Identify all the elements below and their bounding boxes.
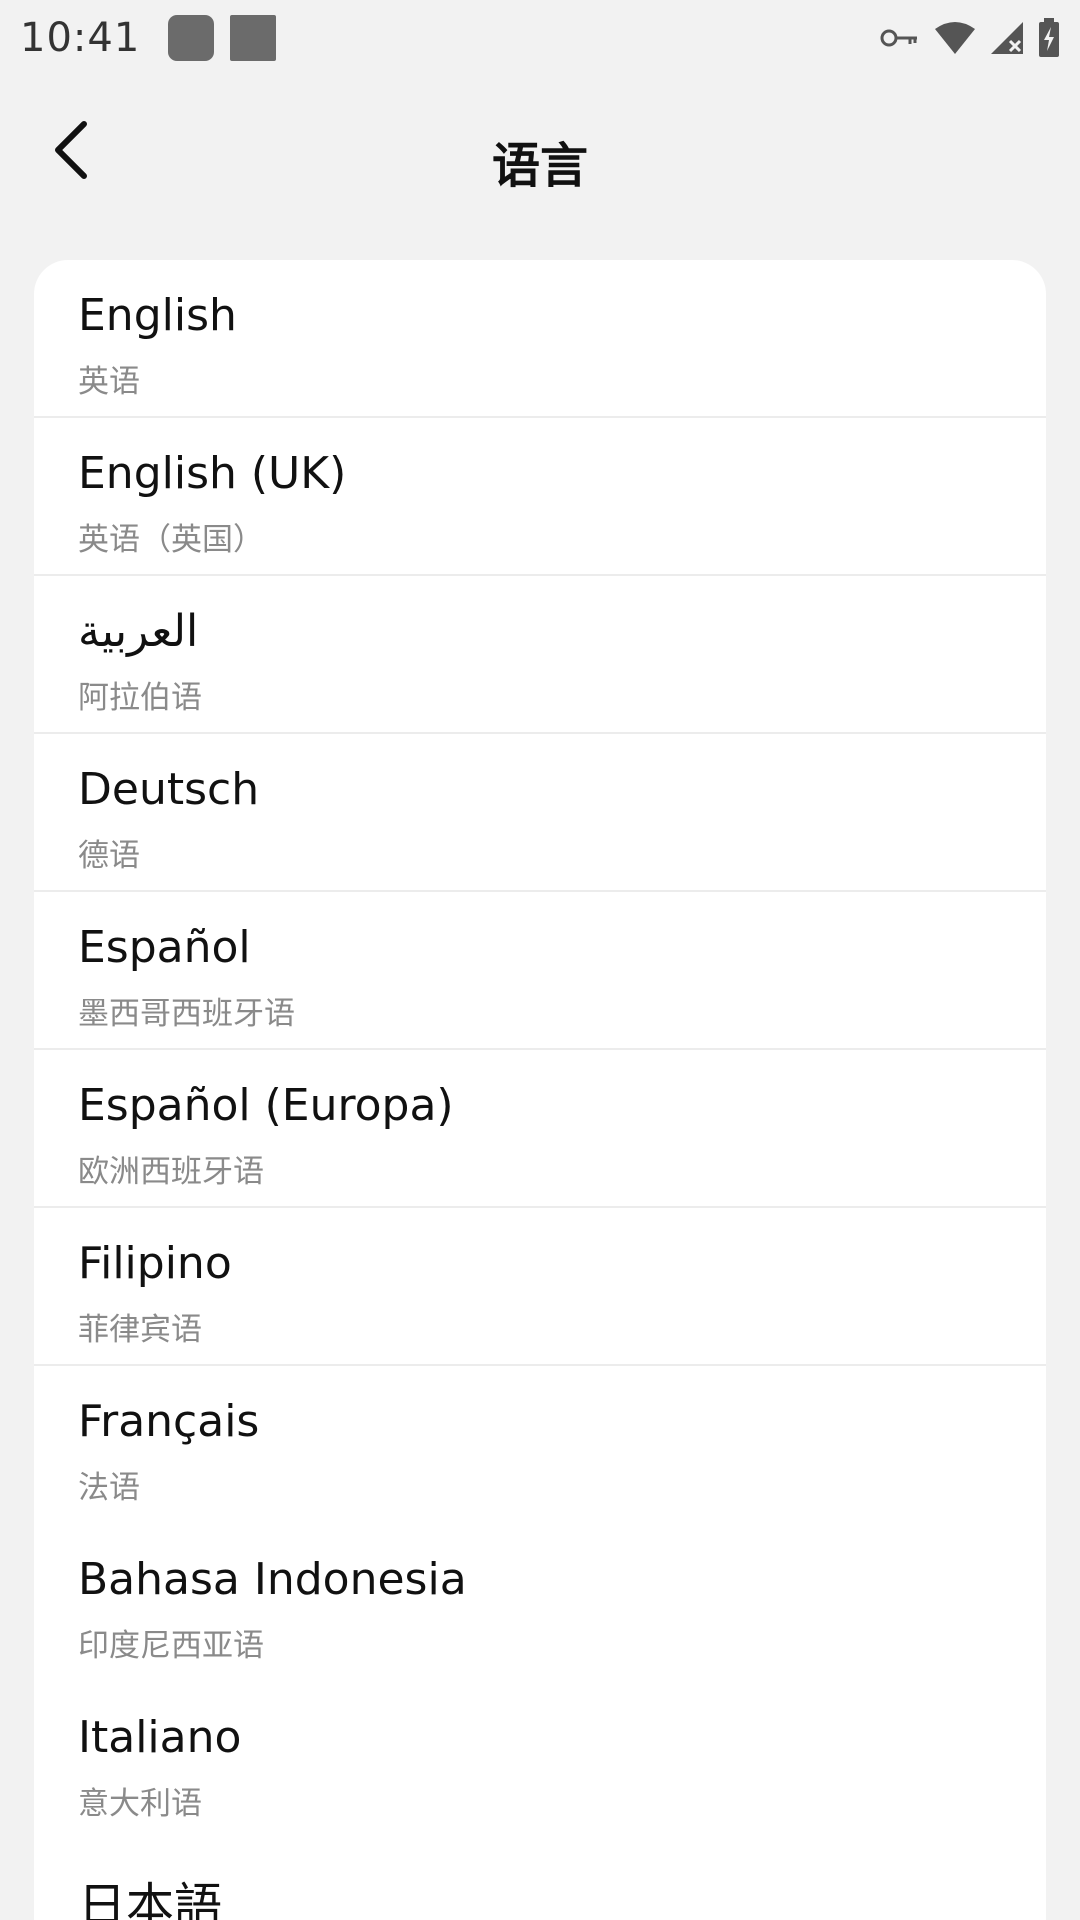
language-name: Italiano xyxy=(78,1712,242,1763)
language-item-filipino[interactable]: Filipino 菲律宾语 xyxy=(34,1208,1046,1366)
language-subtitle: 阿拉伯语 xyxy=(78,680,202,716)
language-subtitle: 德语 xyxy=(78,838,140,874)
language-subtitle: 墨西哥西班牙语 xyxy=(78,996,295,1032)
language-name: 日本語 xyxy=(78,1878,223,1920)
status-bar: 10:41 xyxy=(0,0,1080,76)
language-item-english-uk[interactable]: English (UK) 英语（英国） xyxy=(34,418,1046,576)
battery-charging-icon xyxy=(1038,18,1060,58)
wifi-icon xyxy=(934,21,976,55)
status-time: 10:41 xyxy=(20,15,141,61)
language-name: Français xyxy=(78,1396,260,1447)
language-name: Bahasa Indonesia xyxy=(78,1554,467,1605)
page-title: 语言 xyxy=(491,138,588,194)
notification-icon xyxy=(230,15,277,61)
language-subtitle: 印度尼西亚语 xyxy=(78,1628,264,1664)
language-name: English (UK) xyxy=(78,448,347,499)
app-header: 语言 xyxy=(0,76,1080,236)
language-item-italiano[interactable]: Italiano 意大利语 xyxy=(34,1682,1046,1840)
language-item-japanese[interactable]: 日本語 xyxy=(34,1840,1046,1920)
language-subtitle: 法语 xyxy=(78,1470,140,1506)
language-item-arabic[interactable]: العربية 阿拉伯语 xyxy=(34,576,1046,734)
language-subtitle: 英语（英国） xyxy=(78,522,264,558)
notification-icons xyxy=(168,15,277,61)
language-subtitle: 欧洲西班牙语 xyxy=(78,1154,264,1190)
language-name: العربية xyxy=(78,606,199,657)
language-name: Filipino xyxy=(78,1238,232,1289)
language-item-francais[interactable]: Français 法语 xyxy=(34,1366,1046,1524)
language-name: Español xyxy=(78,922,251,973)
language-subtitle: 英语 xyxy=(78,364,140,400)
language-item-deutsch[interactable]: Deutsch 德语 xyxy=(34,734,1046,892)
vpn-key-icon xyxy=(880,26,920,50)
language-item-english[interactable]: English 英语 xyxy=(34,260,1046,418)
language-name: Español (Europa) xyxy=(78,1080,454,1131)
language-item-espanol-europa[interactable]: Español (Europa) 欧洲西班牙语 xyxy=(34,1050,1046,1208)
language-name: Deutsch xyxy=(78,764,260,815)
language-subtitle: 意大利语 xyxy=(78,1786,202,1822)
notification-icon xyxy=(168,15,215,61)
signal-icon xyxy=(990,21,1024,55)
language-settings-screen: 10:41 语言 English 英语 English (UK) 英语（英国） … xyxy=(0,0,1080,1920)
language-list: English 英语 English (UK) 英语（英国） العربية 阿… xyxy=(34,260,1046,1920)
language-item-espanol[interactable]: Español 墨西哥西班牙语 xyxy=(34,892,1046,1050)
status-left: 10:41 xyxy=(20,15,277,61)
language-subtitle: 菲律宾语 xyxy=(78,1312,202,1348)
status-right xyxy=(880,18,1060,58)
language-name: English xyxy=(78,290,237,341)
language-item-bahasa-indonesia[interactable]: Bahasa Indonesia 印度尼西亚语 xyxy=(34,1524,1046,1682)
